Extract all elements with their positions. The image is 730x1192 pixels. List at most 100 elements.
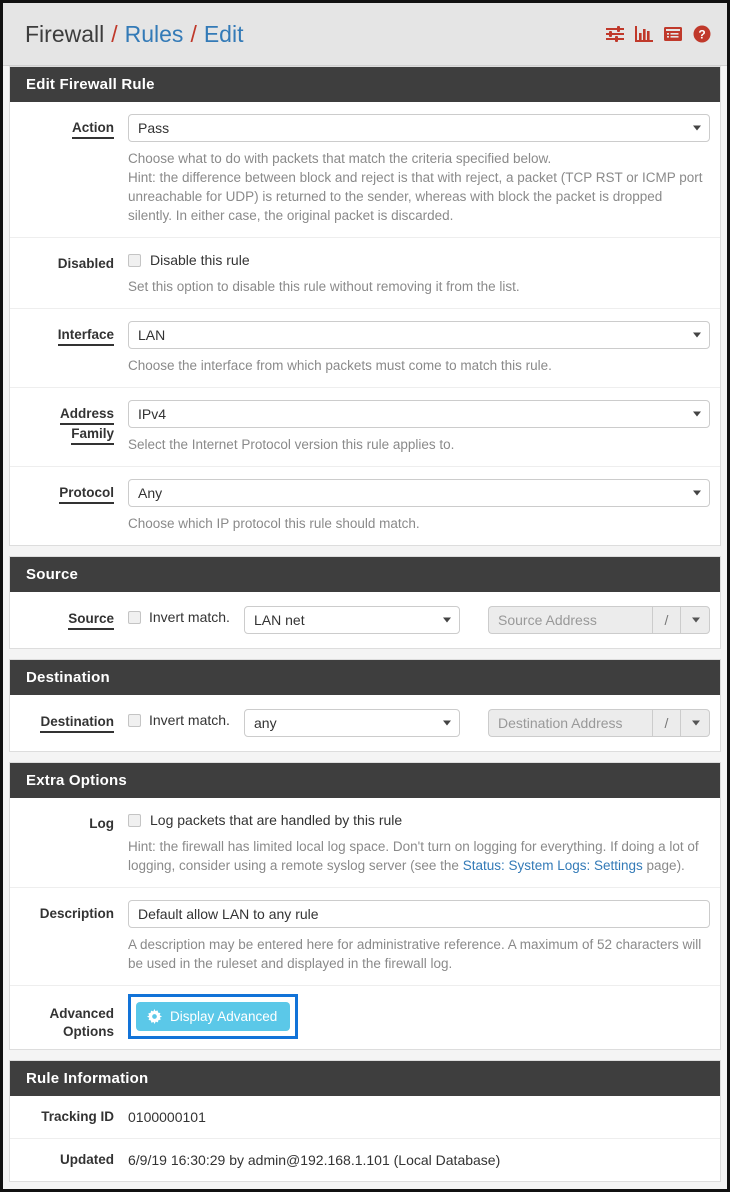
- protocol-select[interactable]: Any: [128, 479, 710, 507]
- address-family-label-line1[interactable]: Address: [59, 405, 114, 425]
- sliders-icon[interactable]: [606, 25, 624, 43]
- advanced-button-focus-ring: Display Advanced: [128, 994, 299, 1039]
- firewall-rule-edit-page: Firewall / Rules / Edit ? Edit Firewall …: [0, 0, 730, 1192]
- destination-address-input[interactable]: Destination Address: [488, 709, 652, 737]
- action-help-line1: Choose what to do with packets that matc…: [128, 151, 552, 166]
- protocol-label-text[interactable]: Protocol: [59, 484, 114, 504]
- disable-rule-checkbox[interactable]: [128, 254, 141, 267]
- display-advanced-button[interactable]: Display Advanced: [136, 1002, 291, 1031]
- destination-invert-group: Invert match.: [128, 709, 244, 730]
- action-row: Action Pass Choose what to do with packe…: [10, 102, 720, 238]
- edit-firewall-rule-panel: Edit Firewall Rule Action Pass Choose wh…: [9, 66, 721, 546]
- interface-help: Choose the interface from which packets …: [128, 358, 552, 373]
- description-label: Description: [39, 906, 114, 921]
- gear-icon: [147, 1009, 162, 1024]
- log-packets-checkbox[interactable]: [128, 814, 141, 827]
- tracking-id-row: Tracking ID 0100000101: [10, 1096, 720, 1139]
- protocol-help: Choose which IP protocol this rule shoul…: [128, 516, 420, 531]
- protocol-row: Protocol Any Choose which IP protocol th…: [10, 467, 720, 545]
- action-help-line2: Hint: the difference between block and r…: [128, 170, 703, 223]
- source-type-value: LAN net: [254, 612, 305, 628]
- breadcrumb-root: Firewall: [25, 20, 105, 47]
- log-settings-link[interactable]: Status: System Logs: Settings: [463, 858, 643, 873]
- chevron-down-icon: [443, 720, 451, 726]
- chevron-down-icon: [693, 332, 701, 338]
- action-select[interactable]: Pass: [128, 114, 710, 142]
- interface-row: Interface LAN Choose the interface from …: [10, 309, 720, 388]
- destination-type-value: any: [254, 715, 277, 731]
- protocol-select-value: Any: [138, 485, 163, 501]
- action-select-value: Pass: [138, 120, 170, 136]
- address-family-label: Address Family: [10, 400, 128, 454]
- source-invert-label: Invert match.: [149, 609, 230, 625]
- extra-options-heading: Extra Options: [10, 763, 720, 798]
- destination-address-slash: /: [652, 709, 680, 737]
- description-input[interactable]: Default allow LAN to any rule: [128, 900, 710, 928]
- bar-chart-icon[interactable]: [635, 25, 653, 43]
- source-cidr-select[interactable]: [680, 606, 710, 634]
- source-panel: Source Source Invert match. LAN net Sour…: [9, 556, 721, 649]
- destination-address-group: Destination Address /: [488, 709, 710, 737]
- advanced-options-label: Advanced Options: [10, 994, 128, 1041]
- svg-text:?: ?: [698, 28, 705, 42]
- rule-information-heading: Rule Information: [10, 1061, 720, 1096]
- help-icon[interactable]: ?: [693, 25, 711, 43]
- rule-information-panel: Rule Information Tracking ID 0100000101 …: [9, 1060, 721, 1182]
- source-row: Source Invert match. LAN net Source Addr…: [10, 592, 720, 648]
- breadcrumb: Firewall / Rules / Edit: [25, 21, 606, 48]
- chevron-down-icon: [693, 490, 701, 496]
- destination-heading: Destination: [10, 660, 720, 695]
- address-family-select[interactable]: IPv4: [128, 400, 710, 428]
- breadcrumb-separator-2: /: [190, 20, 197, 47]
- source-address-slash: /: [652, 606, 680, 634]
- destination-label: Destination: [10, 709, 128, 733]
- address-family-select-value: IPv4: [138, 406, 167, 422]
- source-invert-group: Invert match.: [128, 606, 244, 627]
- address-family-label-line2[interactable]: Family: [71, 425, 114, 445]
- updated-value: 6/9/19 16:30:29 by admin@192.168.1.101 (…: [128, 1152, 501, 1168]
- interface-select[interactable]: LAN: [128, 321, 710, 349]
- log-packets-checkbox-label: Log packets that are handled by this rul…: [150, 812, 403, 828]
- destination-row: Destination Invert match. any Destinatio…: [10, 695, 720, 751]
- destination-invert-checkbox[interactable]: [128, 714, 141, 727]
- source-address-group: Source Address /: [488, 606, 710, 634]
- interface-select-value: LAN: [138, 327, 166, 343]
- destination-type-select[interactable]: any: [244, 709, 460, 737]
- protocol-label: Protocol: [10, 479, 128, 533]
- source-type-select[interactable]: LAN net: [244, 606, 460, 634]
- updated-row: Updated 6/9/19 16:30:29 by admin@192.168…: [10, 1139, 720, 1181]
- interface-label: Interface: [10, 321, 128, 375]
- breadcrumb-icon-group: ?: [606, 25, 711, 43]
- breadcrumb-link-rules[interactable]: Rules: [125, 21, 184, 48]
- source-label: Source: [10, 606, 128, 630]
- tracking-id-value: 0100000101: [128, 1109, 206, 1125]
- chevron-down-icon: [692, 617, 700, 623]
- interface-label-text[interactable]: Interface: [57, 326, 114, 346]
- display-advanced-button-label: Display Advanced: [170, 1009, 278, 1024]
- disable-rule-checkbox-label: Disable this rule: [150, 252, 250, 268]
- chevron-down-icon: [443, 617, 451, 623]
- log-row: Log Log packets that are handled by this…: [10, 798, 720, 888]
- advanced-options-label-line1: Advanced: [49, 1006, 114, 1021]
- action-label-text[interactable]: Action: [72, 119, 114, 139]
- tracking-id-label: Tracking ID: [41, 1109, 114, 1124]
- address-family-help: Select the Internet Protocol version thi…: [128, 437, 455, 452]
- log-help: Hint: the firewall has limited local log…: [128, 837, 710, 875]
- source-address-input[interactable]: Source Address: [488, 606, 652, 634]
- destination-cidr-select[interactable]: [680, 709, 710, 737]
- source-heading: Source: [10, 557, 720, 592]
- source-invert-checkbox[interactable]: [128, 611, 141, 624]
- log-help-post: page).: [642, 858, 685, 873]
- edit-firewall-rule-heading: Edit Firewall Rule: [10, 67, 720, 102]
- breadcrumb-link-edit[interactable]: Edit: [204, 21, 244, 48]
- updated-label: Updated: [60, 1152, 114, 1167]
- destination-invert-label: Invert match.: [149, 712, 230, 728]
- description-help: A description may be entered here for ad…: [128, 937, 702, 971]
- breadcrumb-separator-1: /: [111, 20, 118, 47]
- destination-panel: Destination Destination Invert match. an…: [9, 659, 721, 752]
- destination-label-text[interactable]: Destination: [40, 713, 114, 733]
- source-label-text[interactable]: Source: [68, 610, 114, 630]
- advanced-options-row: Advanced Options Display Advanced: [10, 986, 720, 1049]
- extra-options-panel: Extra Options Log Log packets that are h…: [9, 762, 721, 1050]
- log-list-icon[interactable]: [664, 25, 682, 43]
